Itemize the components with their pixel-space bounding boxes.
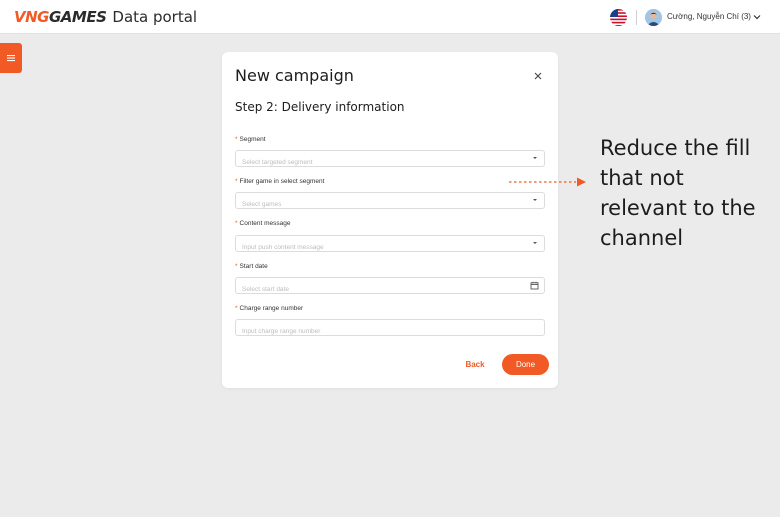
brand-part-1: VNG [14,8,49,26]
annotation-note: Reduce the fill that not relevant to the… [600,136,756,250]
caret-down-icon [533,242,537,244]
filter-game-input[interactable] [236,197,516,212]
us-flag-icon[interactable] [610,9,627,26]
required-marker: * [235,263,238,270]
start-date-label-text: Start date [239,263,268,270]
charge-range-input[interactable] [236,324,516,339]
close-icon[interactable] [532,70,544,82]
step-title: Step 2: Delivery information [235,100,405,114]
charge-range-label: * Charge range number [235,305,303,312]
start-date-label: * Start date [235,263,268,270]
arrow-right-icon [509,177,586,187]
start-date-input[interactable] [236,282,516,297]
segment-label: * Segment [235,136,266,143]
caret-down-icon [533,157,537,159]
filter-game-label: * Filter game in select segment [235,178,324,185]
content-message-label: * Content message [235,220,290,227]
new-campaign-modal: New campaign Step 2: Delivery informatio… [222,52,558,388]
segment-input[interactable] [236,155,516,170]
caret-down-icon [533,199,537,201]
menu-icon [7,55,15,62]
filter-game-label-text: Filter game in select segment [239,178,325,185]
segment-label-text: Segment [239,136,266,143]
top-bar: VNGGAMES Data portal Cường, Nguyễn Chí (… [0,0,780,34]
app-title: Data portal [112,8,198,26]
required-marker: * [235,220,238,227]
content-message-select[interactable] [235,235,545,255]
logo[interactable]: VNGGAMES Data portal [14,7,197,27]
header-divider [636,10,637,25]
required-marker: * [235,305,238,312]
calendar-icon[interactable] [530,281,539,290]
avatar[interactable] [645,9,662,26]
user-name[interactable]: Cường, Nguyễn Chí (3) [667,12,751,21]
menu-button[interactable] [0,43,22,73]
done-button[interactable]: Done [502,354,549,375]
chevron-down-icon[interactable] [752,12,762,22]
segment-select[interactable] [235,150,545,170]
start-date-picker[interactable] [235,277,545,297]
back-button[interactable]: Back [459,354,491,374]
charge-range-field[interactable] [235,319,545,339]
filter-game-select[interactable] [235,192,545,212]
brand-logo: VNGGAMES [14,8,107,26]
modal-title: New campaign [235,66,354,85]
required-marker: * [235,136,238,143]
charge-range-label-text: Charge range number [239,305,304,312]
content-message-label-text: Content message [239,220,291,227]
content-message-input[interactable] [236,240,516,255]
required-marker: * [235,178,238,185]
brand-part-2: GAMES [48,8,107,26]
